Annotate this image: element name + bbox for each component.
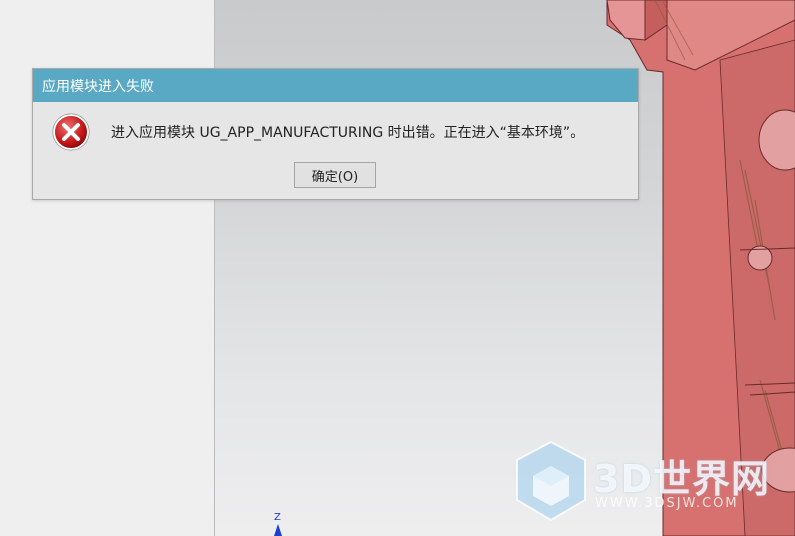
watermark: 3D世界网 WWW.3DSJW.COM (511, 438, 781, 528)
axis-triad: Z (271, 512, 285, 536)
z-axis-label: Z (274, 512, 281, 523)
dialog-message: 进入应用模块 UG_APP_MANUFACTURING 时出错。正在进入“基本环… (111, 125, 585, 141)
cube-logo-icon (516, 440, 586, 522)
ok-button[interactable]: 确定(O) (294, 162, 376, 188)
error-dialog: 应用模块进入失败 进入应用模块 UG_APP_MANUFACTURING 时出错… (32, 68, 639, 200)
dialog-titlebar[interactable]: 应用模块进入失败 (33, 69, 638, 102)
watermark-url: WWW.3DSJW.COM (595, 496, 739, 511)
watermark-title: 3D世界网 (593, 457, 770, 501)
error-icon (52, 113, 90, 151)
dialog-body: 进入应用模块 UG_APP_MANUFACTURING 时出错。正在进入“基本环… (33, 102, 638, 199)
dialog-title: 应用模块进入失败 (42, 78, 154, 95)
